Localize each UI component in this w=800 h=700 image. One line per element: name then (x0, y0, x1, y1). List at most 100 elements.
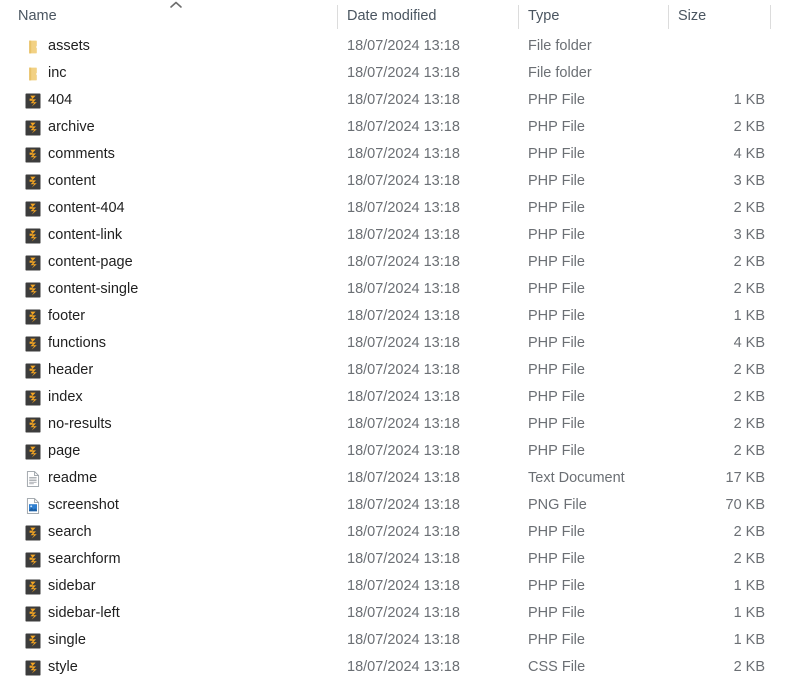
file-size-cell: 1 KB (733, 605, 765, 621)
file-type-cell: PHP File (528, 362, 585, 378)
file-row[interactable]: screenshot 18/07/2024 13:18 PNG File 70 KB (0, 492, 800, 519)
file-row[interactable]: page 18/07/2024 13:18 PHP File 2 KB (0, 438, 800, 465)
file-size-cell: 2 KB (733, 200, 765, 216)
file-name-cell: page (48, 443, 81, 459)
file-name-cell: assets (48, 38, 90, 54)
file-size-cell: 2 KB (733, 443, 765, 459)
file-name-cell: inc (48, 65, 67, 81)
column-divider-name-date[interactable] (337, 5, 338, 29)
file-name-cell: content (48, 173, 96, 189)
file-name-cell: archive (48, 119, 95, 135)
file-size-cell: 3 KB (733, 227, 765, 243)
file-row[interactable]: comments 18/07/2024 13:18 PHP File 4 KB (0, 141, 800, 168)
file-date-modified-cell: 18/07/2024 13:18 (347, 659, 460, 675)
file-row[interactable]: search 18/07/2024 13:18 PHP File 2 KB (0, 519, 800, 546)
file-row[interactable]: header 18/07/2024 13:18 PHP File 2 KB (0, 357, 800, 384)
file-date-modified-cell: 18/07/2024 13:18 (347, 443, 460, 459)
file-size-cell: 17 KB (725, 470, 766, 486)
file-type-cell: PHP File (528, 335, 585, 351)
file-date-modified-cell: 18/07/2024 13:18 (347, 146, 460, 162)
file-type-cell: PHP File (528, 389, 585, 405)
file-type-cell: PHP File (528, 281, 585, 297)
file-type-cell: PHP File (528, 119, 585, 135)
column-divider-type-size[interactable] (668, 5, 669, 29)
php-file-icon (24, 362, 42, 380)
file-size-cell: 3 KB (733, 173, 765, 189)
file-row[interactable]: inc 18/07/2024 13:18 File folder (0, 60, 800, 87)
file-size-cell: 2 KB (733, 119, 765, 135)
file-name-cell: comments (48, 146, 115, 162)
folder-icon (24, 38, 42, 56)
file-date-modified-cell: 18/07/2024 13:18 (347, 92, 460, 108)
file-size-cell: 2 KB (733, 281, 765, 297)
file-row[interactable]: content 18/07/2024 13:18 PHP File 3 KB (0, 168, 800, 195)
file-date-modified-cell: 18/07/2024 13:18 (347, 335, 460, 351)
file-type-cell: PHP File (528, 605, 585, 621)
php-file-icon (24, 281, 42, 299)
column-header-name[interactable]: Name (4, 0, 337, 33)
php-file-icon (24, 578, 42, 596)
file-row[interactable]: single 18/07/2024 13:18 PHP File 1 KB (0, 627, 800, 654)
file-row[interactable]: functions 18/07/2024 13:18 PHP File 4 KB (0, 330, 800, 357)
file-name-cell: single (48, 632, 86, 648)
file-type-cell: PHP File (528, 173, 585, 189)
php-file-icon (24, 659, 42, 677)
file-name-cell: style (48, 659, 78, 675)
file-row[interactable]: content-link 18/07/2024 13:18 PHP File 3 KB (0, 222, 800, 249)
file-type-cell: PHP File (528, 308, 585, 324)
file-name-cell: content-404 (48, 200, 125, 216)
file-row[interactable]: 404 18/07/2024 13:18 PHP File 1 KB (0, 87, 800, 114)
file-row[interactable]: archive 18/07/2024 13:18 PHP File 2 KB (0, 114, 800, 141)
file-size-cell: 1 KB (733, 632, 765, 648)
php-file-icon (24, 416, 42, 434)
file-row[interactable]: assets 18/07/2024 13:18 File folder (0, 33, 800, 60)
file-size-cell: 1 KB (733, 578, 765, 594)
file-date-modified-cell: 18/07/2024 13:18 (347, 38, 460, 54)
file-size-cell: 1 KB (733, 92, 765, 108)
file-date-modified-cell: 18/07/2024 13:18 (347, 254, 460, 270)
file-row[interactable]: sidebar 18/07/2024 13:18 PHP File 1 KB (0, 573, 800, 600)
file-row[interactable]: content-404 18/07/2024 13:18 PHP File 2 KB (0, 195, 800, 222)
file-name-cell: content-page (48, 254, 133, 270)
file-date-modified-cell: 18/07/2024 13:18 (347, 578, 460, 594)
file-row[interactable]: content-page 18/07/2024 13:18 PHP File 2 KB (0, 249, 800, 276)
file-size-cell: 2 KB (733, 416, 765, 432)
file-row[interactable]: searchform 18/07/2024 13:18 PHP File 2 KB (0, 546, 800, 573)
file-row[interactable]: index 18/07/2024 13:18 PHP File 2 KB (0, 384, 800, 411)
file-date-modified-cell: 18/07/2024 13:18 (347, 119, 460, 135)
column-header-size[interactable]: Size (668, 0, 770, 33)
file-row[interactable]: content-single 18/07/2024 13:18 PHP File 2 … (0, 276, 800, 303)
column-divider-size-end[interactable] (770, 5, 771, 29)
file-name-cell: search (48, 524, 92, 540)
file-row[interactable]: no-results 18/07/2024 13:18 PHP File 2 KB (0, 411, 800, 438)
file-explorer-details-view: Name Date modified Type Size assets 18/07… (0, 0, 800, 700)
file-row[interactable]: readme 18/07/2024 13:18 Text Document 17 KB (0, 465, 800, 492)
file-size-cell: 70 KB (725, 497, 766, 513)
file-row[interactable]: sidebar-left 18/07/2024 13:18 PHP File 1 KB (0, 600, 800, 627)
file-type-cell: PHP File (528, 146, 585, 162)
file-type-cell: PHP File (528, 443, 585, 459)
php-file-icon (24, 200, 42, 218)
file-type-cell: File folder (528, 38, 592, 54)
file-type-cell: PHP File (528, 254, 585, 270)
column-header-date-modified[interactable]: Date modified (337, 0, 518, 33)
file-date-modified-cell: 18/07/2024 13:18 (347, 389, 460, 405)
php-file-icon (24, 443, 42, 461)
file-type-cell: PHP File (528, 551, 585, 567)
file-date-modified-cell: 18/07/2024 13:18 (347, 632, 460, 648)
file-row[interactable]: footer 18/07/2024 13:18 PHP File 1 KB (0, 303, 800, 330)
file-list: assets 18/07/2024 13:18 File folder inc 18/0… (0, 33, 800, 681)
php-file-icon (24, 605, 42, 623)
php-file-icon (24, 254, 42, 272)
php-file-icon (24, 92, 42, 110)
file-date-modified-cell: 18/07/2024 13:18 (347, 308, 460, 324)
file-name-cell: content-single (48, 281, 139, 297)
php-file-icon (24, 173, 42, 191)
column-header-type[interactable]: Type (518, 0, 668, 33)
column-divider-date-type[interactable] (518, 5, 519, 29)
file-type-cell: PHP File (528, 416, 585, 432)
file-size-cell: 2 KB (733, 524, 765, 540)
file-row[interactable]: style 18/07/2024 13:18 CSS File 2 KB (0, 654, 800, 681)
file-type-cell: PHP File (528, 524, 585, 540)
file-size-cell (668, 60, 765, 87)
